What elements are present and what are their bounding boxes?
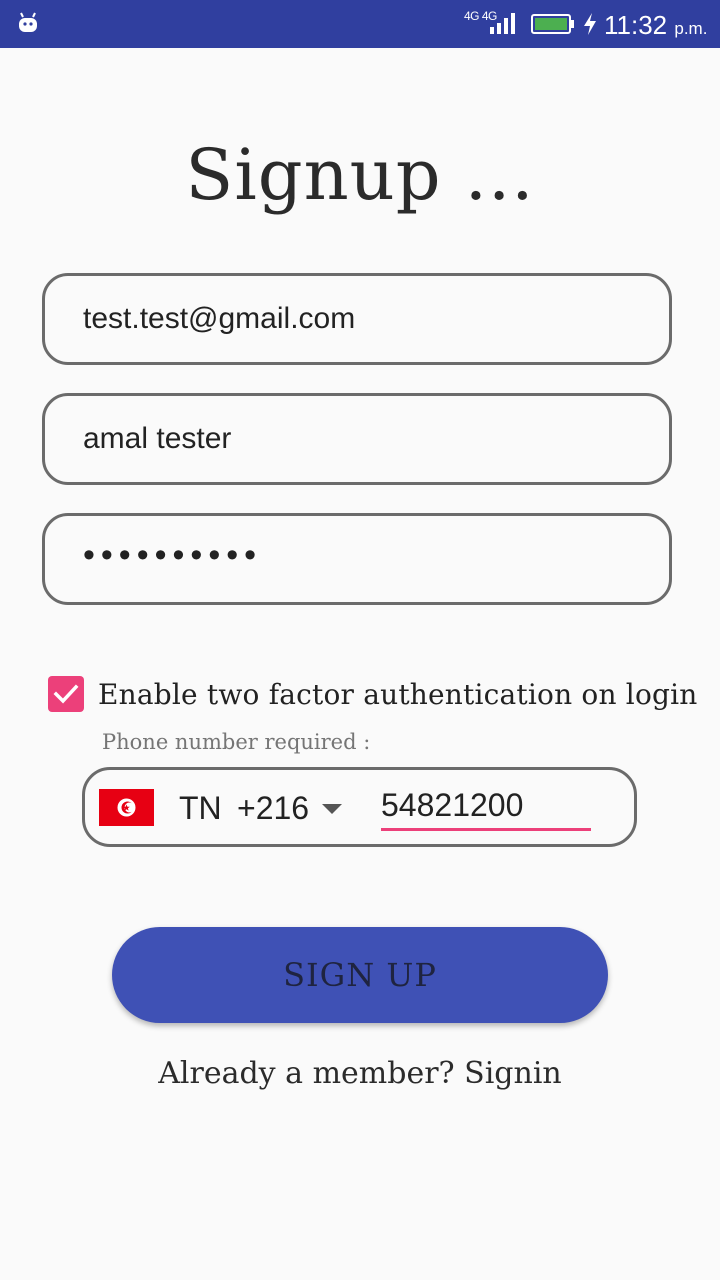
phone-required-hint: Phone number required :: [102, 730, 371, 754]
dial-code[interactable]: +216: [237, 788, 309, 828]
signup-button[interactable]: SIGN UP: [112, 927, 608, 1023]
clock-time: 11:32: [604, 10, 668, 40]
android-app-icon: [19, 12, 37, 32]
charging-bolt-icon: [584, 13, 596, 35]
dropdown-arrow-icon[interactable]: [321, 803, 343, 815]
email-field[interactable]: test.test@gmail.com: [42, 273, 672, 365]
status-bar: 4G 4G 11:32 p.m.: [0, 0, 720, 48]
status-clock: 11:32 p.m.: [604, 10, 707, 44]
name-field[interactable]: amal tester: [42, 393, 672, 485]
phone-input-underline: [381, 828, 591, 831]
battery-icon: [531, 14, 574, 34]
checkmark-icon: [53, 684, 79, 704]
phone-number-field: TN +216 54821200: [82, 767, 637, 847]
password-field[interactable]: ••••••••••: [42, 513, 672, 605]
country-code-selector[interactable]: TN: [179, 788, 222, 828]
tunisia-flag-icon[interactable]: [99, 789, 154, 826]
two-factor-checkbox[interactable]: [48, 676, 84, 712]
password-input-value: ••••••••••: [83, 536, 263, 574]
clock-ampm: p.m.: [674, 19, 708, 38]
signin-link[interactable]: Already a member? Signin: [0, 1052, 720, 1096]
page-title: Signup ...: [185, 134, 535, 216]
signal-strength-icon: [490, 13, 515, 34]
phone-number-input[interactable]: 54821200: [381, 784, 591, 826]
name-input-value: amal tester: [83, 422, 232, 455]
two-factor-label[interactable]: Enable two factor authentication on logi…: [98, 673, 698, 717]
email-input-value: test.test@gmail.com: [83, 302, 356, 335]
